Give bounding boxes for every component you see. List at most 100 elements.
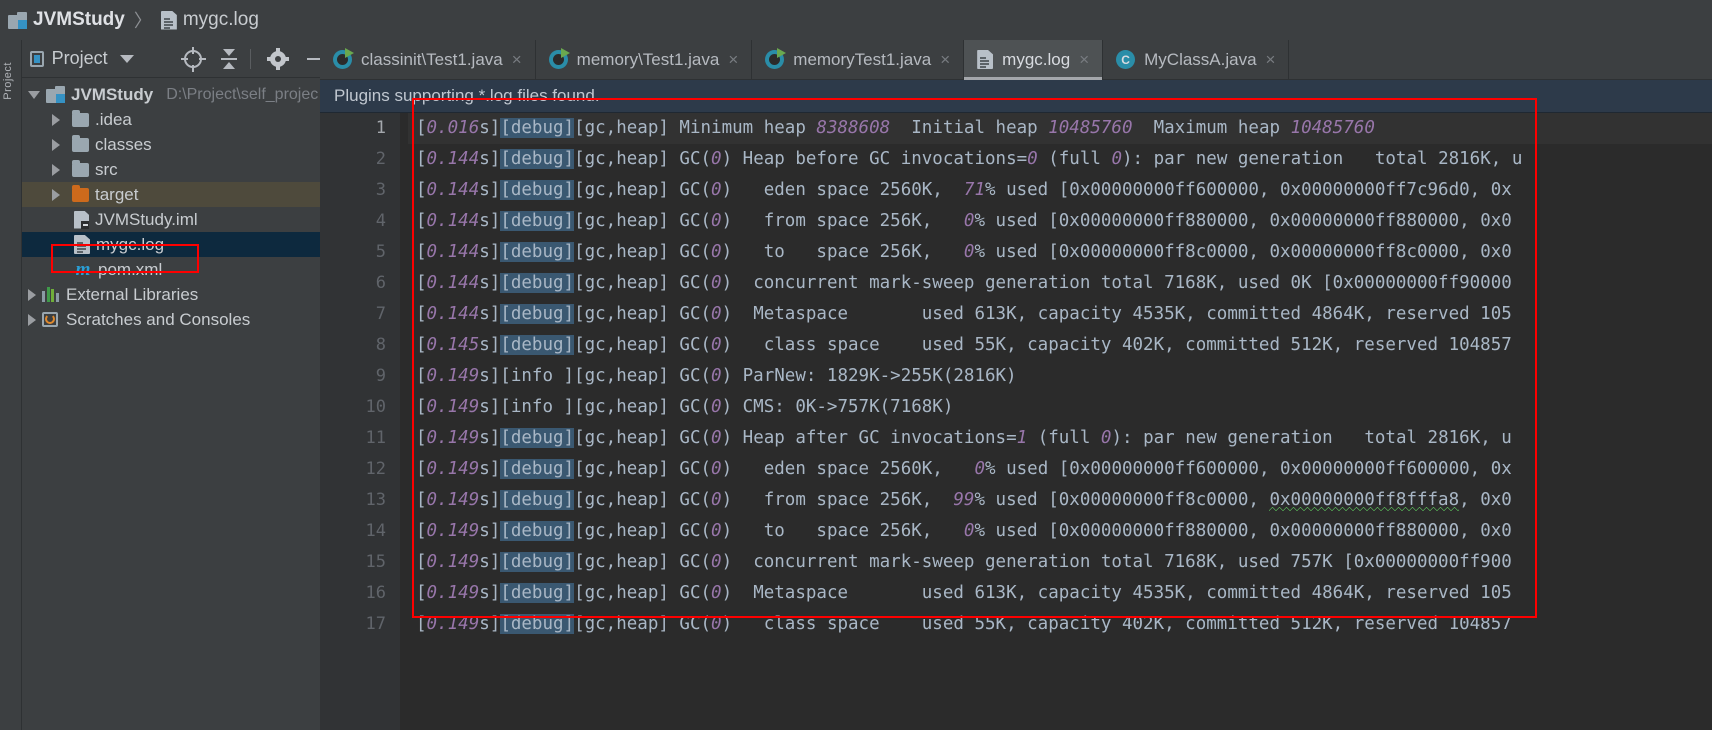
folder-icon — [72, 109, 89, 127]
iml-file-icon — [74, 210, 89, 229]
toolbar-divider — [249, 48, 251, 69]
line-number: 14 — [365, 521, 386, 541]
close-icon[interactable]: × — [1079, 50, 1089, 70]
code-line: [0.149s][debug][gc,heap] GC(0) concurren… — [416, 552, 1512, 572]
chevron-right-icon[interactable] — [28, 313, 36, 326]
line-number: 15 — [365, 552, 386, 572]
close-icon[interactable]: × — [940, 50, 950, 70]
ide-window: JVMStudy 〉 mygc.log Project Project JVMS… — [0, 0, 1712, 730]
breadcrumb-file-label: mygc.log — [182, 9, 259, 30]
tree-node-label: External Libraries — [66, 284, 199, 304]
tree-node-label: target — [95, 184, 139, 204]
code-line: [0.149s][debug][gc,heap] GC(0) eden spac… — [416, 459, 1512, 479]
line-number: 10 — [365, 397, 386, 417]
log-file-icon — [977, 50, 994, 69]
tree-node-label: pom.xml — [98, 259, 163, 279]
code-line: [0.144s][debug][gc,heap] GC(0) to space … — [416, 242, 1512, 262]
code-line: [0.144s][debug][gc,heap] GC(0) eden spac… — [416, 180, 1512, 200]
line-number: 11 — [365, 428, 386, 448]
chevron-right-icon[interactable] — [52, 188, 60, 201]
line-number: 17 — [365, 614, 386, 634]
hide-icon[interactable] — [307, 57, 321, 60]
code-line: [0.144s][debug][gc,heap] GC(0) from spac… — [416, 211, 1512, 231]
java-runnable-icon — [765, 48, 787, 69]
plugin-notification-bar[interactable]: Plugins supporting *.log files found. — [320, 80, 1712, 113]
tree-node-scratches-consoles[interactable]: Scratches and Consoles — [22, 307, 320, 332]
tree-node-label: JVMStudy.iml — [95, 209, 198, 229]
code-line: [0.149s][debug][gc,heap] GC(0) from spac… — [416, 485, 1712, 516]
gear-icon[interactable] — [267, 47, 290, 70]
notification-text: Plugins supporting *.log files found. — [334, 86, 600, 105]
editor-tab-mygc-log[interactable]: mygc.log × — [964, 40, 1104, 80]
tree-node-mygc-log[interactable]: mygc.log — [22, 232, 320, 257]
code-line: [0.149s][debug][gc,heap] GC(0) Metaspace… — [416, 583, 1512, 603]
editor-tab-memory-test1[interactable]: memory\Test1.java × — [536, 40, 753, 79]
editor-tab-memorytest1[interactable]: memoryTest1.java × — [752, 40, 965, 79]
line-number-gutter[interactable]: 1 2 3 4 5 6 7 8 9 10 11 12 13 14 15 16 1… — [320, 113, 400, 730]
code-text-area[interactable]: [0.016s][debug][gc,heap] Minimum heap 83… — [416, 113, 1712, 730]
tool-strip-project-button[interactable]: Project — [2, 62, 14, 100]
editor-tab-label: mygc.log — [1002, 49, 1071, 69]
close-icon[interactable]: × — [1266, 50, 1276, 70]
editor-area: classinit\Test1.java × memory\Test1.java… — [320, 40, 1712, 730]
java-runnable-icon — [548, 48, 570, 69]
line-number: 1 — [375, 118, 386, 138]
tree-node-jvmstudy-iml[interactable]: JVMStudy.iml — [22, 207, 320, 232]
code-line: [0.144s][debug][gc,heap] GC(0) Metaspace… — [416, 304, 1512, 324]
line-number: 6 — [375, 273, 386, 293]
breadcrumb-item-file[interactable]: mygc.log — [160, 9, 259, 31]
log-file-icon — [160, 10, 177, 30]
folder-orange-icon — [72, 184, 89, 202]
project-toolbar: Project — [22, 40, 321, 78]
project-panel-title: Project — [51, 48, 108, 68]
line-number: 9 — [375, 366, 386, 386]
java-runnable-icon — [333, 48, 354, 69]
code-editor[interactable]: 1 2 3 4 5 6 7 8 9 10 11 12 13 14 15 16 1… — [320, 113, 1712, 730]
tree-node-classes[interactable]: classes — [22, 132, 320, 157]
editor-tab-myclassa[interactable]: C MyClassA.java × — [1103, 40, 1290, 79]
editor-tab-label: classinit\Test1.java — [361, 49, 503, 69]
breadcrumb: JVMStudy 〉 mygc.log — [0, 0, 1712, 40]
maven-icon: m — [75, 258, 91, 280]
code-line: [0.149s][info ][gc,heap] GC(0) CMS: 0K->… — [416, 397, 954, 417]
java-class-icon: C — [1116, 50, 1136, 69]
line-number: 5 — [375, 242, 386, 262]
line-number: 16 — [365, 583, 386, 603]
close-icon[interactable]: × — [512, 50, 522, 70]
code-line: [0.144s][debug][gc,heap] GC(0) concurren… — [416, 273, 1512, 293]
code-line: [0.149s][debug][gc,heap] GC(0) class spa… — [416, 614, 1512, 634]
line-number: 8 — [375, 335, 386, 355]
gutter-marker-strip — [400, 113, 408, 730]
close-icon[interactable]: × — [728, 50, 738, 70]
chevron-right-icon[interactable] — [52, 163, 60, 176]
module-icon — [8, 11, 27, 29]
tree-node-label: mygc.log — [96, 234, 165, 254]
folder-icon — [72, 159, 89, 177]
project-tree: JVMStudy D:\Project\self_projec .idea cl… — [22, 78, 320, 332]
chevron-right-icon[interactable] — [52, 113, 60, 126]
tree-node-idea[interactable]: .idea — [22, 107, 320, 132]
tree-node-target[interactable]: target — [22, 182, 320, 207]
collapse-all-icon[interactable] — [218, 48, 237, 70]
editor-tab-label: MyClassA.java — [1144, 49, 1257, 69]
tree-node-label: JVMStudy — [71, 84, 154, 104]
line-number: 2 — [375, 149, 386, 169]
tree-node-label: src — [95, 159, 118, 179]
tree-node-pom-xml[interactable]: m pom.xml — [22, 257, 320, 282]
editor-tab-label: memory\Test1.java — [576, 49, 720, 69]
code-line: [0.149s][info ][gc,heap] GC(0) ParNew: 1… — [416, 366, 1017, 386]
tree-node-label: Scratches and Consoles — [66, 309, 251, 329]
code-line: [0.144s][debug][gc,heap] GC(0) Heap befo… — [416, 149, 1523, 169]
tree-node-src[interactable]: src — [22, 157, 320, 182]
editor-tab-classinit-test1[interactable]: classinit\Test1.java × — [320, 40, 536, 79]
chevron-down-icon[interactable] — [119, 54, 134, 63]
locate-icon[interactable] — [180, 46, 206, 72]
tree-node-jvmstudy[interactable]: JVMStudy D:\Project\self_projec — [22, 82, 320, 107]
chevron-right-icon[interactable] — [28, 288, 36, 301]
chevron-down-icon[interactable] — [28, 90, 40, 99]
tree-node-path: D:\Project\self_projec — [166, 85, 319, 103]
breadcrumb-item-project[interactable]: JVMStudy — [8, 9, 125, 31]
tree-node-external-libraries[interactable]: External Libraries — [22, 282, 320, 307]
tree-node-label: classes — [95, 134, 152, 154]
chevron-right-icon[interactable] — [52, 138, 60, 151]
